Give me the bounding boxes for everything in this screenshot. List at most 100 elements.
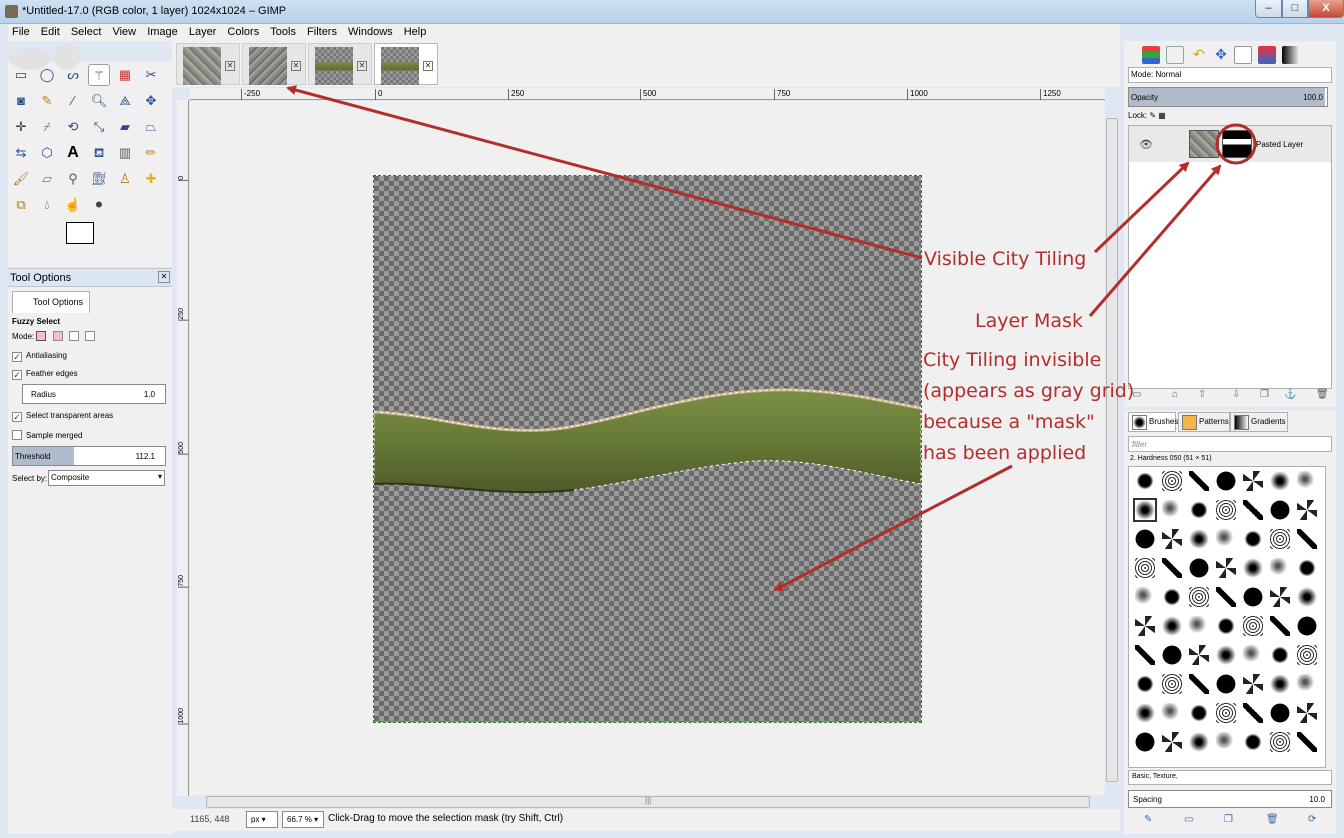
brush-thumbnail[interactable]: [1189, 587, 1209, 607]
rect-select-icon[interactable]: ▭: [10, 64, 32, 86]
new-layer-group-icon[interactable]: ⌂: [1172, 389, 1178, 400]
menu-filters[interactable]: Filters: [303, 24, 341, 40]
mode-subtract-icon[interactable]: [68, 331, 79, 341]
clone-icon[interactable]: ♙: [114, 168, 136, 190]
brush-thumbnail[interactable]: [1243, 500, 1263, 520]
maximize-button[interactable]: □: [1282, 0, 1308, 18]
radius-field[interactable]: Radius 1.0: [22, 384, 166, 404]
brush-thumbnail[interactable]: [1297, 500, 1317, 520]
blend-icon[interactable]: ▥: [114, 142, 136, 164]
brush-thumbnail[interactable]: [1216, 616, 1236, 636]
close-tab-icon[interactable]: ✕: [225, 61, 235, 71]
horizontal-scrollbar[interactable]: [206, 796, 1090, 808]
new-brush-icon[interactable]: ▭: [1184, 814, 1193, 825]
brush-thumbnail[interactable]: [1135, 587, 1155, 607]
brush-thumbnail[interactable]: [1162, 529, 1182, 549]
delete-layer-icon[interactable]: 🗑︎: [1316, 389, 1329, 400]
brush-thumbnail[interactable]: [1297, 616, 1317, 636]
brush-thumbnail[interactable]: [1297, 703, 1317, 723]
new-layer-icon[interactable]: ▭: [1132, 389, 1141, 400]
select-transparent-row[interactable]: ✓ Select transparent areas: [12, 411, 113, 422]
layer-row[interactable]: 👁︎ Pasted Layer: [1129, 126, 1331, 162]
menu-tools[interactable]: Tools: [266, 24, 300, 40]
lock-alpha-icon[interactable]: ▦: [1158, 111, 1166, 120]
brush-thumbnail[interactable]: [1189, 529, 1209, 549]
brush-thumbnail[interactable]: [1297, 674, 1317, 694]
measure-icon[interactable]: ⟁: [114, 90, 136, 112]
cage-transform-icon[interactable]: ⬡: [36, 142, 58, 164]
brush-thumbnail[interactable]: [1135, 616, 1155, 636]
brush-thumbnail[interactable]: [1216, 500, 1236, 520]
free-select-icon[interactable]: ᔕ: [62, 64, 84, 86]
lower-layer-icon[interactable]: ⇩: [1232, 389, 1240, 400]
menu-file[interactable]: File: [8, 24, 34, 40]
raise-layer-icon[interactable]: ⇧: [1198, 389, 1206, 400]
pencil-icon[interactable]: ✏: [140, 142, 162, 164]
sample-merged-row[interactable]: Sample merged: [12, 430, 82, 440]
brush-thumbnail[interactable]: [1243, 703, 1263, 723]
align-icon[interactable]: ✛: [10, 116, 32, 138]
brush-thumbnail[interactable]: [1270, 558, 1290, 578]
select-by-color-icon[interactable]: ▦: [114, 64, 136, 86]
brush-grid[interactable]: [1128, 466, 1326, 768]
tool-options-tab[interactable]: Tool Options: [12, 291, 90, 313]
brush-thumbnail[interactable]: [1270, 529, 1290, 549]
dodge-burn-icon[interactable]: ⚫︎: [88, 194, 110, 216]
gradient-tab-icon[interactable]: [1282, 46, 1300, 64]
refresh-brushes-icon[interactable]: ⟳: [1308, 814, 1316, 825]
bucket-fill-icon[interactable]: ⛾: [88, 142, 110, 164]
colors-tab-icon[interactable]: [1258, 46, 1276, 64]
brush-thumbnail[interactable]: [1216, 558, 1236, 578]
brush-thumbnail[interactable]: [1216, 703, 1236, 723]
brush-thumbnail[interactable]: [1135, 645, 1155, 665]
brush-thumbnail[interactable]: [1270, 500, 1290, 520]
text-tool-icon[interactable]: A: [62, 142, 84, 164]
tab-brushes[interactable]: Brushes: [1128, 412, 1178, 432]
antialiasing-checkbox[interactable]: ✓: [12, 352, 22, 362]
lock-pixels-icon[interactable]: ✎: [1149, 111, 1156, 120]
menu-view[interactable]: View: [108, 24, 140, 40]
brush-thumbnail[interactable]: [1243, 587, 1263, 607]
brush-thumbnail[interactable]: [1270, 674, 1290, 694]
paths-icon[interactable]: ✎: [36, 90, 58, 112]
smudge-icon[interactable]: ☝: [62, 194, 84, 216]
zoom-selector[interactable]: 66.7 % ▾: [282, 811, 324, 828]
ink-icon[interactable]: ⛽︎: [88, 168, 110, 190]
brush-thumbnail[interactable]: [1135, 732, 1155, 752]
brush-thumbnail[interactable]: [1297, 645, 1317, 665]
brush-thumbnail[interactable]: [1216, 471, 1236, 491]
brush-thumbnail[interactable]: [1162, 703, 1182, 723]
brush-thumbnail[interactable]: [1162, 674, 1182, 694]
image-tab[interactable]: ✕: [308, 43, 372, 85]
close-dock-icon[interactable]: ✕: [158, 271, 170, 283]
brush-thumbnail[interactable]: [1162, 587, 1182, 607]
paths-tab-icon[interactable]: [1166, 46, 1184, 64]
delete-brush-icon[interactable]: 🗑︎: [1266, 814, 1279, 825]
duplicate-layer-icon[interactable]: ❐: [1260, 389, 1269, 400]
brush-thumbnail[interactable]: [1135, 703, 1155, 723]
brush-thumbnail[interactable]: [1297, 732, 1317, 752]
brush-thumbnail[interactable]: [1162, 645, 1182, 665]
brush-thumbnail[interactable]: [1243, 558, 1263, 578]
close-tab-icon[interactable]: ✕: [357, 61, 367, 71]
perspective-icon[interactable]: ⏢: [140, 116, 162, 138]
scale-icon[interactable]: ⤡: [88, 116, 110, 138]
brush-thumbnail[interactable]: [1189, 674, 1209, 694]
anchor-layer-icon[interactable]: ⚓: [1284, 389, 1296, 400]
brush-thumbnail[interactable]: [1270, 645, 1290, 665]
brush-filter-input[interactable]: filter: [1128, 436, 1332, 452]
feather-checkbox[interactable]: ✓: [12, 370, 22, 380]
fuzzy-select-icon[interactable]: ⚚: [88, 64, 110, 86]
brush-thumbnail[interactable]: [1189, 645, 1209, 665]
zoom-icon[interactable]: 🔍︎: [88, 90, 110, 112]
mode-intersect-icon[interactable]: [85, 331, 96, 341]
airbrush-icon[interactable]: ⚲: [62, 168, 84, 190]
feather-row[interactable]: ✓ Feather edges: [12, 369, 78, 380]
brush-thumbnail[interactable]: [1162, 500, 1182, 520]
layer-mask-thumbnail[interactable]: [1222, 130, 1252, 158]
heal-icon[interactable]: ✚: [140, 168, 162, 190]
tab-patterns[interactable]: Patterns: [1178, 412, 1230, 432]
mode-add-icon[interactable]: [52, 331, 63, 341]
brush-thumbnail[interactable]: [1243, 674, 1263, 694]
brush-thumbnail[interactable]: [1243, 616, 1263, 636]
